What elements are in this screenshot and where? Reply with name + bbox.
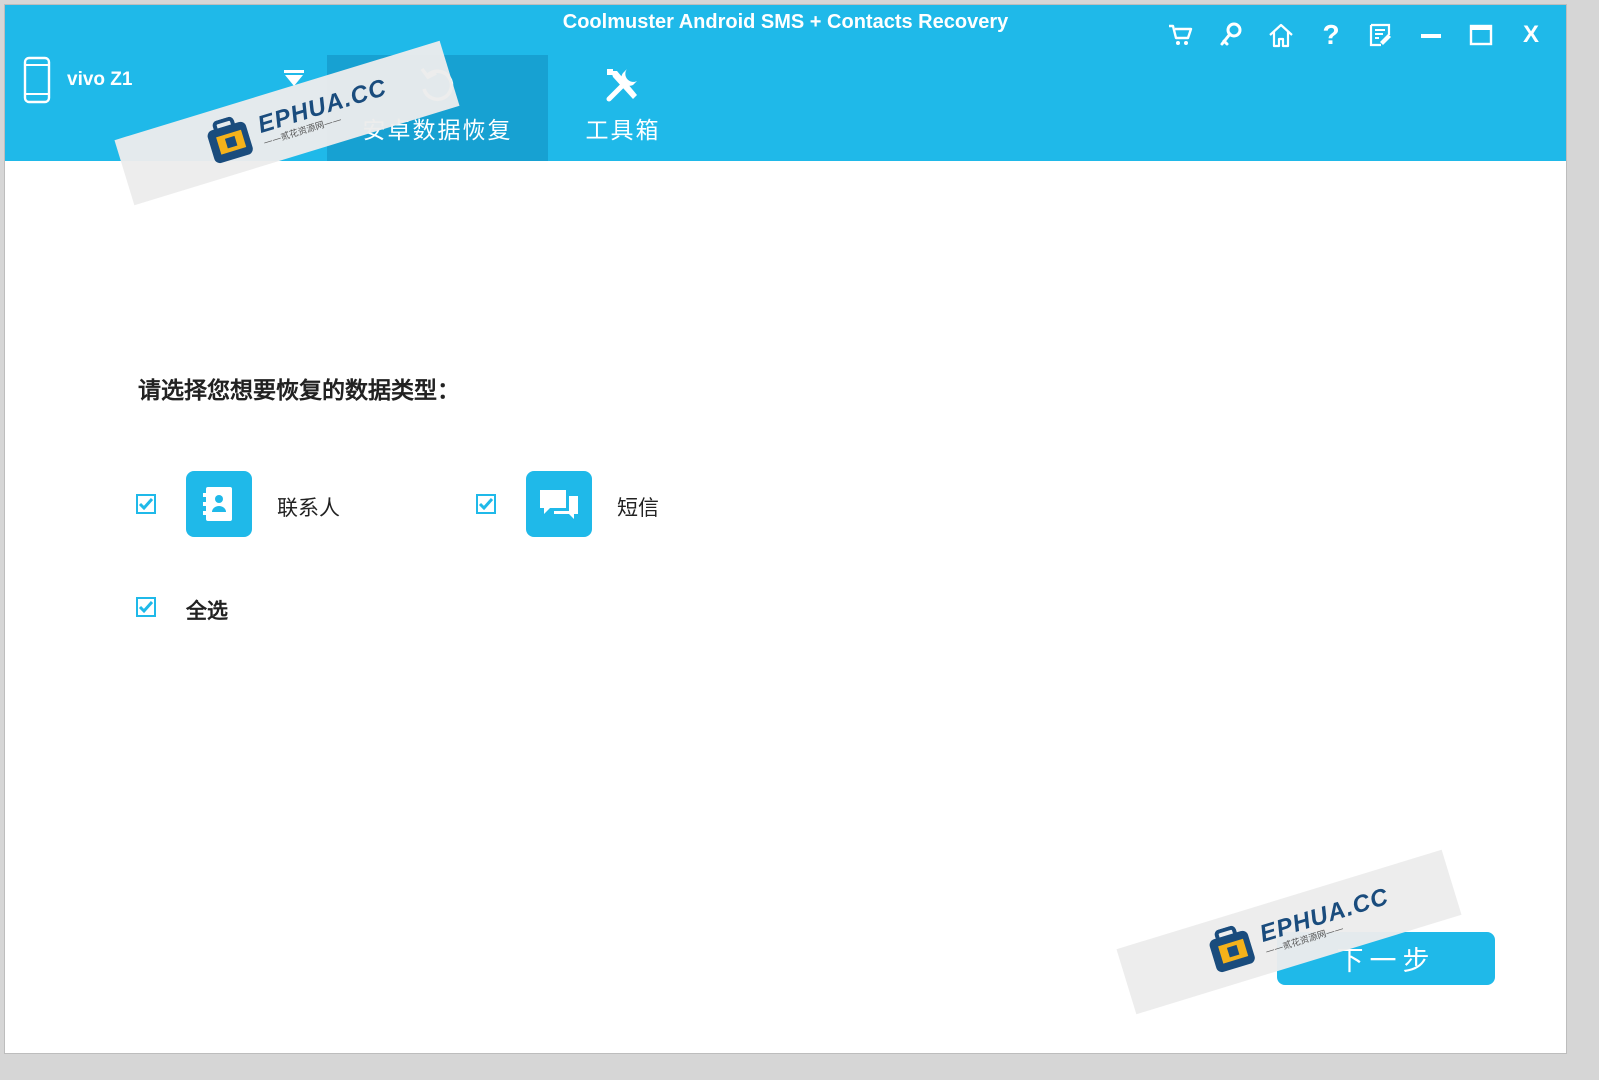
maximize-icon xyxy=(1469,24,1493,46)
checkmark-icon xyxy=(138,601,154,614)
contacts-icon xyxy=(203,487,232,521)
home-icon xyxy=(1269,23,1293,48)
window-controls: ? X xyxy=(1156,15,1556,55)
close-icon: X xyxy=(1522,21,1539,48)
question-icon: ? xyxy=(1322,19,1340,50)
checkmark-icon xyxy=(478,498,494,511)
tools-icon xyxy=(606,69,637,102)
device-name: vivo Z1 xyxy=(67,69,133,90)
watermark-logo-icon xyxy=(1209,925,1255,973)
register-button[interactable] xyxy=(1206,15,1256,55)
tab-toolbox-label: 工具箱 xyxy=(585,118,661,144)
select-all-label[interactable]: 全选 xyxy=(186,595,228,625)
app-window: Coolmuster Android SMS + Contacts Recove… xyxy=(4,4,1567,1054)
contacts-checkbox[interactable] xyxy=(136,494,156,514)
checkmark-icon xyxy=(138,498,154,511)
messages-icon xyxy=(540,490,578,519)
contacts-label[interactable]: 联系人 xyxy=(277,492,340,522)
home-button[interactable] xyxy=(1256,15,1306,55)
close-button[interactable]: X xyxy=(1506,15,1556,55)
feedback-icon xyxy=(1369,23,1391,47)
sms-checkbox[interactable] xyxy=(476,494,496,514)
cart-icon xyxy=(1169,24,1193,45)
sms-tile[interactable] xyxy=(526,471,592,537)
sms-label[interactable]: 短信 xyxy=(617,492,659,522)
device-selector[interactable]: vivo Z1 xyxy=(23,55,132,105)
maximize-button[interactable] xyxy=(1456,15,1506,55)
minimize-icon xyxy=(1421,34,1441,38)
contacts-tile[interactable] xyxy=(186,471,252,537)
minimize-button[interactable] xyxy=(1406,15,1456,55)
key-icon xyxy=(1220,22,1242,46)
cart-button[interactable] xyxy=(1156,15,1206,55)
help-button[interactable]: ? xyxy=(1306,15,1356,55)
data-type-prompt: 请选择您想要恢复的数据类型： xyxy=(138,377,460,404)
select-all-checkbox[interactable] xyxy=(136,597,156,617)
phone-icon xyxy=(23,56,51,104)
feedback-button[interactable] xyxy=(1356,15,1406,55)
watermark-logo-icon xyxy=(207,116,253,164)
tab-toolbox[interactable]: 工具箱 xyxy=(565,55,681,161)
